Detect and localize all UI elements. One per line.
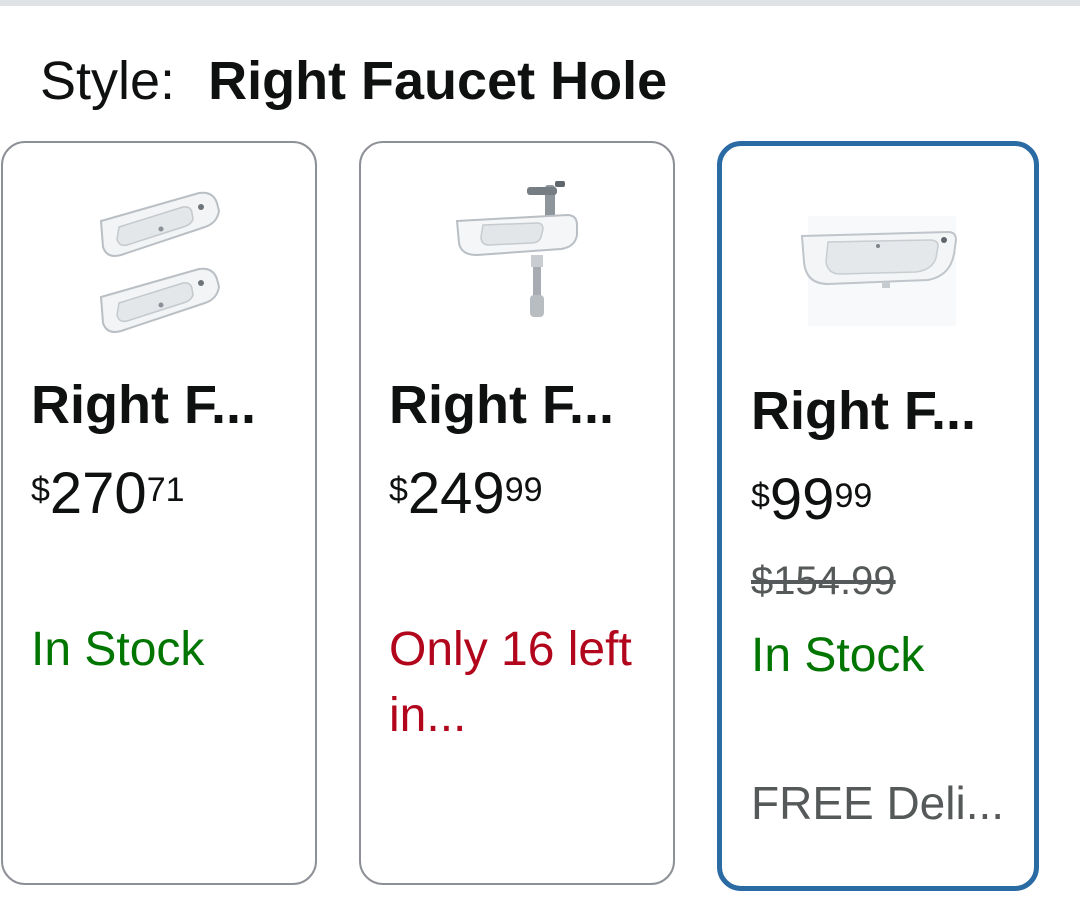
option-title: Right F... [389,375,614,435]
price-currency: $ [751,477,770,515]
price-fraction: 71 [146,471,185,509]
availability-status: In Stock [31,623,205,676]
style-option-card-1[interactable]: Right F... $27071 In Stock [1,141,317,885]
style-label: Style: [40,51,176,111]
option-price: $24999 [389,465,543,523]
style-option-card-2[interactable]: Right F... $24999 Only 16 left in... [359,141,675,885]
option-price: $9999 [751,471,872,529]
price-currency: $ [31,471,50,509]
style-selected-value: Right Faucet Hole [208,51,668,111]
price-fraction: 99 [834,477,873,515]
single-sink-image [722,166,1034,356]
sink-with-faucet-image [361,163,673,353]
option-title: Right F... [751,381,976,441]
price-fraction: 99 [504,471,543,509]
list-price-strikethrough: $154.99 [751,559,896,603]
style-option-card-3[interactable]: Right F... $9999 $154.99 In Stock FREE D… [717,141,1039,891]
price-whole: 270 [49,461,147,526]
price-whole: 99 [769,467,835,532]
availability-status: In Stock [751,629,925,682]
price-currency: $ [389,471,408,509]
option-price: $27071 [31,465,185,523]
option-title: Right F... [31,375,256,435]
availability-status: Only 16 left in... [389,623,632,742]
double-sink-image [3,163,315,353]
top-divider [0,0,1080,6]
delivery-info: FREE Deli... [751,777,1005,829]
price-whole: 249 [407,461,505,526]
style-header: Style: Right Faucet Hole [40,46,667,116]
